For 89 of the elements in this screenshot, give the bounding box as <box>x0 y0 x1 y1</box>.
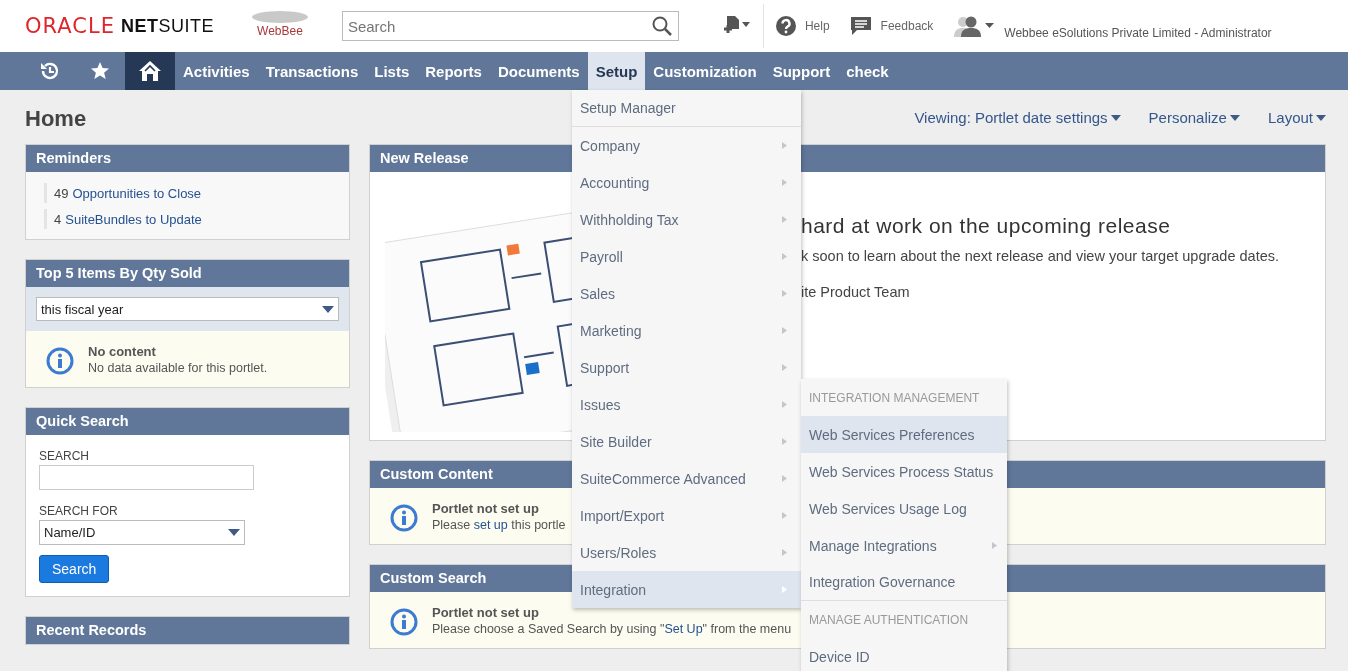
submenu-arrow-icon <box>782 179 787 186</box>
nav-tab[interactable]: Documents <box>489 52 588 90</box>
view-menu-link[interactable]: Layout <box>1267 108 1326 126</box>
release-heading: hard at work on the upcoming release <box>801 214 1172 238</box>
submenu-arrow-icon <box>782 327 787 334</box>
info-icon <box>46 347 74 375</box>
setup-link[interactable]: Set Up <box>664 622 703 636</box>
oracle-netsuite-logo[interactable]: ORACLE NETSUITE <box>25 14 214 38</box>
dropdown-arrow-icon <box>322 305 334 313</box>
menu-item[interactable]: Marketing <box>572 312 801 349</box>
search-for-select[interactable]: Name/ID <box>39 520 245 545</box>
portlet-title: Recent Records <box>26 617 349 644</box>
search-button[interactable]: Search <box>39 555 110 583</box>
partner-logo: WebBee <box>247 10 312 42</box>
info-icon <box>390 608 418 636</box>
history-icon <box>39 60 61 82</box>
menu-item[interactable]: Web Services Usage Log <box>801 490 1007 527</box>
menu-item[interactable]: Payroll <box>572 238 801 275</box>
release-signature: ite Product Team <box>801 284 911 300</box>
nav-tab[interactable]: Lists <box>366 52 418 90</box>
info-icon <box>390 504 418 532</box>
nav-tab[interactable]: Setup <box>587 52 646 90</box>
feedback-link[interactable]: Feedback <box>880 19 934 33</box>
help-link[interactable]: Help <box>804 19 830 33</box>
chat-bubble-icon[interactable] <box>849 16 872 36</box>
notice-text: Please set up this portle <box>432 518 566 532</box>
dropdown-arrow-icon <box>228 529 240 536</box>
menu-item[interactable]: Web Services Preferences <box>801 416 1007 453</box>
portlet-title: Top 5 Items By Qty Sold <box>26 260 349 287</box>
menu-section-header: INTEGRATION MANAGEMENT <box>808 389 981 407</box>
caret-icon <box>1110 115 1121 121</box>
portlet-title: Quick Search <box>26 408 349 435</box>
global-search-field[interactable]: Search <box>341 11 679 41</box>
setup-link[interactable]: set up <box>473 518 508 532</box>
home-icon <box>138 60 162 82</box>
submenu-arrow-icon <box>782 401 787 408</box>
submenu-arrow-icon <box>782 512 787 519</box>
nav-tab[interactable]: Transactions <box>257 52 367 90</box>
portlet-title: Reminders <box>26 145 349 172</box>
notice-title: Portlet not set up <box>432 501 540 516</box>
submenu-arrow-icon <box>992 542 997 549</box>
account-name[interactable]: Webbee eSolutions Private Limited - Administrator <box>1004 26 1272 40</box>
menu-item[interactable]: Manage Integrations <box>801 527 1007 564</box>
menu-item[interactable]: Site Builder <box>572 423 801 460</box>
caret-icon <box>1316 115 1326 121</box>
help-icon[interactable] <box>775 16 796 36</box>
menu-item[interactable]: Integration <box>572 571 801 608</box>
view-menu-link[interactable]: Viewing: Portlet date settings <box>914 108 1121 126</box>
star-icon <box>90 61 110 81</box>
menu-item[interactable]: Integration Governance <box>801 564 1007 601</box>
menu-item[interactable]: Setup Manager <box>572 90 801 127</box>
page-title: Home <box>25 106 87 132</box>
submenu-arrow-icon <box>782 142 787 149</box>
submenu-arrow-icon <box>782 586 787 593</box>
menu-item[interactable]: Device ID <box>801 638 1007 671</box>
nav-tab[interactable]: Support <box>764 52 839 90</box>
release-text: k soon to learn about the next release and view your target upgrade dates. <box>801 248 1279 264</box>
new-record-icon[interactable] <box>722 16 751 36</box>
home-tab[interactable] <box>125 52 175 90</box>
notice-title: Portlet not set up <box>432 605 540 620</box>
notice-text: Please choose a Saved Search by using "Set Up" from the menu <box>432 622 792 636</box>
nav-tab[interactable]: Reports <box>417 52 490 90</box>
view-menu-link[interactable]: Personalize <box>1148 108 1240 126</box>
submenu-arrow-icon <box>782 216 787 223</box>
submenu-arrow-icon <box>782 290 787 297</box>
menu-item[interactable]: Import/Export <box>572 497 801 534</box>
submenu-arrow-icon <box>782 253 787 260</box>
search-input-field[interactable] <box>39 465 254 490</box>
caret-icon <box>1229 115 1240 121</box>
submenu-arrow-icon <box>782 438 787 445</box>
field-label: SEARCH FOR <box>39 504 118 518</box>
menu-item[interactable]: Support <box>572 349 801 386</box>
notice-title: No content <box>88 344 157 359</box>
submenu-arrow-icon <box>782 549 787 556</box>
submenu-arrow-icon <box>782 475 787 482</box>
nav-tab[interactable]: Activities <box>175 52 258 90</box>
menu-item[interactable]: Issues <box>572 386 801 423</box>
field-label: SEARCH <box>39 449 89 463</box>
nav-tab[interactable]: Customization <box>645 52 765 90</box>
nav-tab[interactable]: check <box>838 52 897 90</box>
reminder-item[interactable]: 49 Opportunities to Close <box>44 183 349 203</box>
notice-text: No data available for this portlet. <box>88 361 268 375</box>
submenu-arrow-icon <box>782 364 787 371</box>
menu-section-header: MANAGE AUTHENTICATION <box>808 611 970 629</box>
search-icon <box>651 16 672 36</box>
period-select[interactable]: this fiscal year <box>36 297 339 321</box>
reminder-item[interactable]: 4 SuiteBundles to Update <box>44 209 349 229</box>
menu-item[interactable]: Withholding Tax <box>572 201 801 238</box>
menu-item[interactable]: Sales <box>572 275 801 312</box>
